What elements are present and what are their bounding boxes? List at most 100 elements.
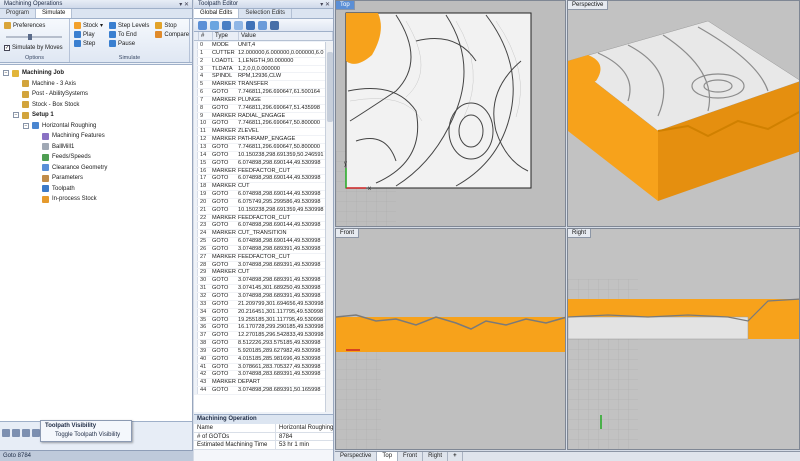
toolpath-visibility-icon[interactable] [2, 429, 10, 437]
col-value[interactable]: Value [239, 32, 333, 40]
simulate-slider[interactable] [2, 32, 67, 41]
col-index[interactable]: # [199, 32, 213, 40]
table-row[interactable]: 26 GOTO 3.074898,298.689391,49.530998 [194, 245, 325, 254]
row-value[interactable]: 10.150238,298.691359,50.246591 [238, 152, 325, 159]
viewport-perspective[interactable]: Perspective [567, 0, 800, 227]
row-value[interactable]: CUT_TRANSITION [238, 230, 325, 237]
grid-scrollbar[interactable] [325, 42, 333, 412]
row-value[interactable]: 3.074145,301.689250,49.530998 [238, 285, 325, 292]
row-value[interactable]: FEEDFACTOR_CUT [238, 254, 325, 261]
row-value[interactable]: TRANSFER [238, 81, 325, 88]
add-view-tab-button[interactable]: + [448, 452, 463, 461]
row-value[interactable]: 3.074898,298.689391,49.530998 [238, 277, 325, 284]
row-value[interactable]: 19.255185,301.117795,49.530998 [238, 317, 325, 324]
row-value[interactable]: 6.074898,298.690144,49.530998 [238, 160, 325, 167]
table-row[interactable]: 6 GOTO 7.746811,296.690647,61.500164 [194, 89, 325, 97]
table-row[interactable]: 12 MARKER PATHRAMP_ENGAGE [194, 136, 325, 144]
machining-operation-header[interactable]: Machining Operation [194, 415, 333, 424]
table-row[interactable]: 28 GOTO 3.074898,298.689391,49.530998 [194, 261, 325, 270]
view-tab-front[interactable]: Front [398, 452, 424, 461]
row-value[interactable]: UNIT,4 [238, 42, 325, 49]
tab-simulate[interactable]: Simulate [36, 9, 73, 18]
move-icon[interactable] [210, 20, 219, 30]
row-value[interactable]: RADIAL_ENGAGE [238, 113, 325, 120]
table-row[interactable]: 39 GOTO 5.920185,289.627982,49.530998 [194, 347, 325, 356]
table-row[interactable]: 42 GOTO 3.074898,283.689391,49.530998 [194, 371, 325, 380]
collapse-icon[interactable]: − [13, 112, 19, 119]
row-value[interactable]: 3.074898,283.689391,49.530998 [238, 371, 325, 378]
row-value[interactable]: 21.209799,301.694656,49.530998 [238, 301, 325, 308]
row-value[interactable]: RPM,12936,CLW [238, 73, 325, 80]
table-row[interactable]: 8 GOTO 7.746811,296.690647,51.435998 [194, 104, 325, 113]
table-row[interactable]: 4 SPINDL RPM,12936,CLW [194, 73, 325, 82]
row-value[interactable]: 10.150238,298.691359,49.530998 [238, 207, 325, 214]
table-row[interactable]: 11 MARKER ZLEVEL [194, 128, 325, 137]
row-value[interactable]: 7.746811,296.690647,50.800000 [238, 120, 325, 127]
table-row[interactable]: 33 GOTO 21.209799,301.694656,49.530998 [194, 300, 325, 309]
compare-button[interactable]: Compare [153, 30, 191, 39]
row-value[interactable]: CUT [238, 269, 325, 276]
table-row[interactable]: 1 CUTTER 12.000000,6.000000,0.000000,6.0 [194, 49, 325, 58]
table-row[interactable]: 0 MODE UNIT,4 [194, 42, 325, 50]
row-value[interactable]: 7.746811,296.690647,50.800000 [238, 144, 325, 151]
row-value[interactable]: 6.074898,298.690144,49.530998 [238, 175, 325, 182]
table-row[interactable]: 14 GOTO 10.150238,298.691359,50.246591 [194, 151, 325, 160]
row-value[interactable]: 6.074898,298.690144,49.530998 [238, 191, 325, 198]
table-row[interactable]: 27 MARKER FEEDFACTOR_CUT [194, 253, 325, 262]
row-value[interactable]: 3.074898,298.689391,50.165998 [238, 387, 325, 394]
col-type[interactable]: Type [213, 32, 239, 40]
features-visibility-icon[interactable] [22, 429, 30, 437]
row-value[interactable]: 3.074898,298.689391,49.530998 [238, 246, 325, 253]
tree-item-feeds[interactable]: Feeds/Speeds [0, 152, 192, 163]
step-button[interactable]: Step [72, 39, 105, 48]
panel-window-controls[interactable]: ▾ ✕ [179, 1, 189, 8]
table-row[interactable]: 13 GOTO 7.746811,296.690647,50.800000 [194, 143, 325, 152]
scrollbar-thumb[interactable] [327, 52, 333, 122]
table-row[interactable]: 16 MARKER FEEDFACTOR_CUT [194, 167, 325, 176]
table-row[interactable]: 36 GOTO 16.170728,299.290185,49.530998 [194, 324, 325, 333]
table-row[interactable]: 3 TLDATA 1,2,0,0,0.000000 [194, 65, 325, 74]
table-row[interactable]: 44 GOTO 3.074898,298.689391,50.165998 [194, 387, 325, 395]
viewport-top[interactable]: Top x y [335, 0, 566, 227]
tab-program[interactable]: Program [0, 9, 37, 18]
tree-item-operation[interactable]: − Horizontal Roughing [0, 121, 192, 132]
table-row[interactable]: 43 MARKER DEPART [194, 379, 325, 388]
table-row[interactable]: 35 GOTO 19.255185,301.117795,49.530998 [194, 316, 325, 325]
viewport-perspective-title[interactable]: Perspective [568, 1, 609, 10]
row-value[interactable]: 12.000000,6.000000,0.000000,6.0 [238, 50, 325, 57]
row-value[interactable]: 6.074898,298.690144,49.530998 [238, 222, 325, 229]
tree-item-post[interactable]: Post - AbilitySystems [0, 89, 192, 100]
tree-item-toolpath[interactable]: Toolpath [0, 184, 192, 195]
table-row[interactable]: 24 MARKER CUT_TRANSITION [194, 230, 325, 239]
row-value[interactable]: PATHRAMP_ENGAGE [238, 136, 325, 143]
tree-item-machine[interactable]: Machine - 3 Axis [0, 79, 192, 90]
row-value[interactable]: 12.270185,296.542833,49.530998 [238, 332, 325, 339]
row-value[interactable]: CUT [238, 183, 325, 190]
table-row[interactable]: 34 GOTO 20.216451,301.117795,49.530998 [194, 308, 325, 317]
table-row[interactable]: 20 GOTO 6.075749,295.299586,49.530998 [194, 198, 325, 207]
table-row[interactable]: 41 GOTO 3.078661,283.705327,49.530998 [194, 363, 325, 372]
row-value[interactable]: 5.920185,289.627982,49.530998 [238, 348, 325, 355]
tree-item-job[interactable]: − Machining Job [0, 68, 192, 79]
table-row[interactable]: 40 GOTO 4.015185,285.981696,49.530998 [194, 355, 325, 364]
transform-icon[interactable] [222, 20, 231, 30]
view-tab-right[interactable]: Right [423, 452, 449, 461]
row-value[interactable]: 1,LENGTH,90.000000 [238, 58, 325, 65]
simulate-by-moves-checkbox[interactable]: ✓ Simulate by Moves [2, 43, 67, 52]
row-value[interactable]: PLUNGE [238, 97, 325, 104]
table-row[interactable]: 23 GOTO 6.074898,298.690144,49.530998 [194, 222, 325, 231]
tree-item-tool[interactable]: BallMill1 [0, 142, 192, 153]
row-value[interactable]: 7.746811,296.690647,51.435998 [238, 105, 325, 112]
collapse-icon[interactable]: − [3, 70, 9, 77]
viewport-right-title[interactable]: Right [568, 229, 592, 238]
row-value[interactable]: 3.078661,283.705327,49.530998 [238, 364, 325, 371]
row-value[interactable]: 4.015185,285.981696,49.530998 [238, 356, 325, 363]
stock-button[interactable]: Stock ▾ [72, 21, 105, 30]
table-row[interactable]: 37 GOTO 12.270185,296.542833,49.530998 [194, 332, 325, 341]
row-value[interactable]: 8.512226,293.575185,49.530998 [238, 340, 325, 347]
table-row[interactable]: 9 MARKER RADIAL_ENGAGE [194, 112, 325, 121]
table-row[interactable]: 38 GOTO 8.512226,293.575185,49.530998 [194, 340, 325, 348]
step-levels-button[interactable]: Step Levels [107, 21, 151, 30]
table-row[interactable]: 22 MARKER FEEDFACTOR_CUT [194, 214, 325, 223]
to-end-button[interactable]: To End [107, 30, 151, 39]
